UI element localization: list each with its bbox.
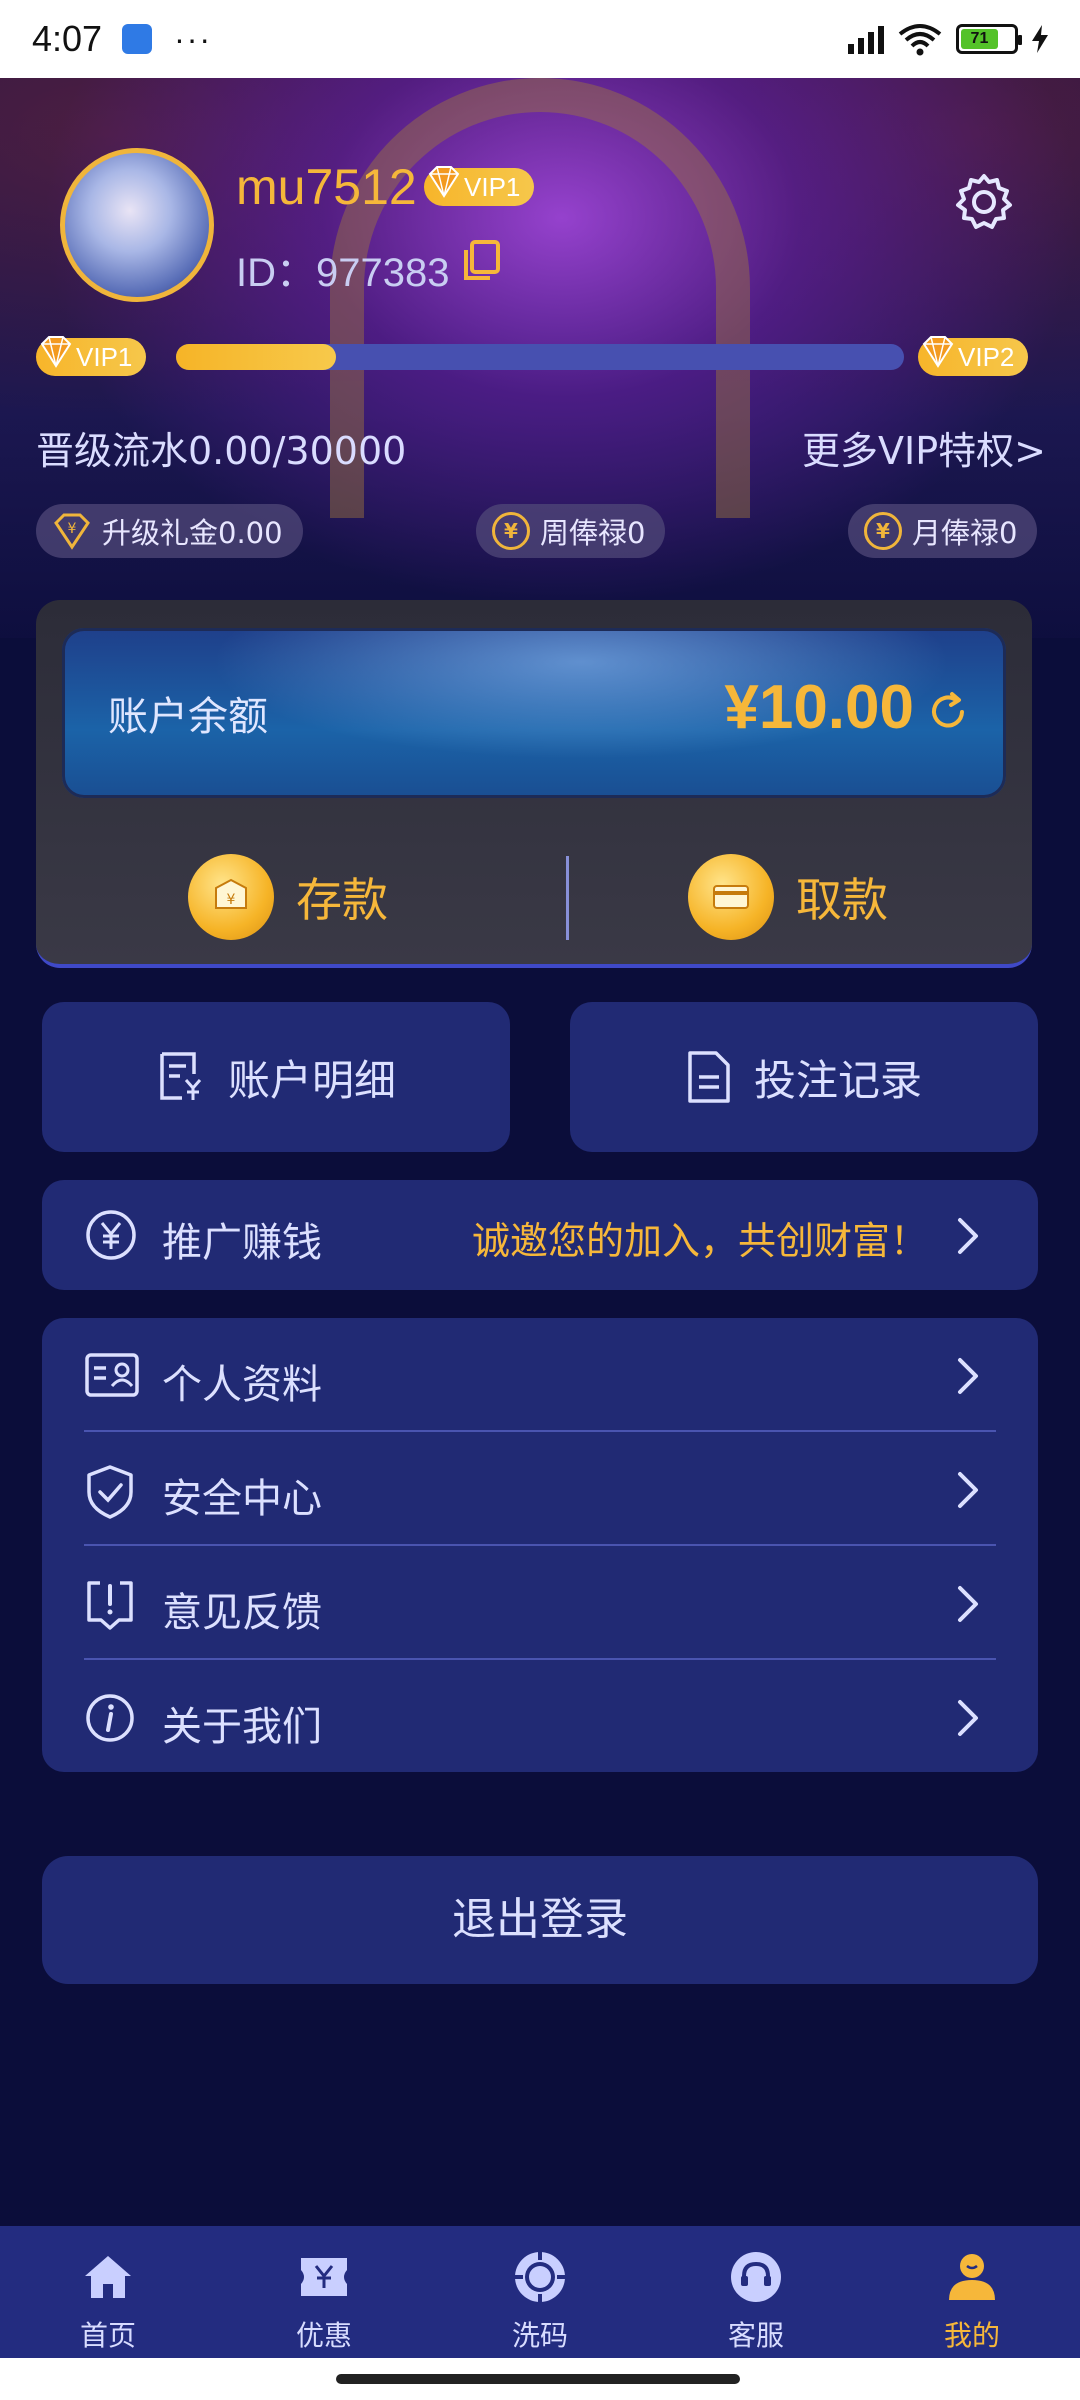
avatar[interactable] <box>60 148 214 302</box>
monthly-salary-label: 月俸禄0 <box>912 516 1018 550</box>
nav-profile-label: 我的 <box>943 2319 1000 2352</box>
gear-icon[interactable] <box>954 172 1014 232</box>
logout-button[interactable]: 退出登录 <box>42 1856 1038 1984</box>
shield-check-icon <box>87 1465 133 1519</box>
bet-records-button[interactable]: 投注记录 <box>570 1002 1038 1152</box>
copy-icon[interactable] <box>462 240 502 282</box>
nav-promotions-label: 优惠 <box>295 2319 352 2352</box>
balance-label: 账户余额 <box>108 694 268 740</box>
nav-support-label: 客服 <box>727 2319 784 2352</box>
nav-rebate-label: 洗码 <box>511 2319 568 2352</box>
headset-icon <box>731 2252 781 2302</box>
current-vip-level: VIP1 <box>36 336 147 376</box>
svg-text:¥: ¥ <box>68 521 77 537</box>
vip-progress-fill <box>176 344 337 370</box>
deposit-label: 存款 <box>296 873 388 927</box>
ticket-icon <box>301 2258 347 2296</box>
menu-item-about[interactable]: 关于我们 <box>42 1660 1038 1774</box>
withdraw-icon <box>688 854 774 940</box>
menu-item-profile[interactable]: 个人资料 <box>42 1318 1038 1432</box>
diamond-icon <box>428 166 460 198</box>
chevron-right-icon <box>958 1218 978 1254</box>
action-divider <box>566 856 569 940</box>
diamond-icon <box>922 336 954 368</box>
yuan-coin-icon: ¥ <box>492 512 530 550</box>
signal-icon <box>848 24 884 54</box>
home-indicator[interactable] <box>336 2374 740 2384</box>
bet-records-label: 投注记录 <box>753 1055 922 1105</box>
document-icon <box>688 1051 730 1103</box>
username: mu7512 <box>236 159 417 215</box>
menu-item-label: 意见反馈 <box>162 1590 322 1636</box>
menu-item-feedback[interactable]: 意见反馈 <box>42 1546 1038 1660</box>
bottom-nav: 首页 优惠 洗码 客服 我的 <box>0 2226 1080 2358</box>
id-card-icon <box>85 1353 139 1397</box>
next-vip-label: VIP2 <box>958 342 1015 372</box>
yuan-coin-icon: ¥ <box>864 512 902 550</box>
battery-level: 71 <box>961 29 998 49</box>
withdraw-label: 取款 <box>796 873 888 927</box>
status-more: ··· <box>174 20 213 57</box>
info-icon <box>86 1694 134 1742</box>
promotion-row[interactable]: 推广赚钱 诚邀您的加入，共创财富！ <box>42 1180 1038 1290</box>
chevron-right-icon <box>958 1358 978 1394</box>
balance-panel: 账户余额 ¥10.00 <box>62 628 1006 798</box>
notification-app-icon <box>122 24 153 54</box>
charging-icon <box>1032 25 1048 53</box>
promotion-slogan: 诚邀您的加入，共创财富！ <box>471 1219 928 1263</box>
account-detail-button[interactable]: 账户明细 <box>42 1002 510 1152</box>
next-vip-level: VIP2 <box>918 336 1029 376</box>
weekly-salary-label: 周俸禄0 <box>540 516 646 550</box>
nav-rebate[interactable]: 洗码 <box>432 2226 648 2358</box>
battery-icon: 71 <box>956 24 1022 54</box>
chip-icon <box>515 2252 565 2302</box>
more-vip-privileges-link[interactable]: 更多VIP特权> <box>802 420 1046 475</box>
nav-home[interactable]: 首页 <box>0 2226 216 2358</box>
wallet-card: 账户余额 ¥10.00 ¥ 存款 取款 <box>36 600 1032 968</box>
withdraw-button[interactable]: 取款 <box>688 852 888 942</box>
diamond-coin-icon: ¥ <box>54 513 90 550</box>
weekly-salary-chip: ¥ 周俸禄0 <box>476 504 666 558</box>
nav-home-label: 首页 <box>79 2319 136 2352</box>
yuan-circle-icon <box>86 1210 136 1260</box>
account-detail-label: 账户明细 <box>227 1055 396 1105</box>
account-detail-icon <box>160 1052 202 1100</box>
chevron-right-icon <box>958 1472 978 1508</box>
settings-menu: 个人资料 安全中心 意见反馈 关于我们 <box>42 1318 1038 1772</box>
status-time: 4:07 <box>32 18 103 59</box>
turnover-progress-text: 晋级流水0.00/30000 <box>36 429 407 473</box>
vip-progress-bar <box>176 344 904 370</box>
vip-badge: VIP1 <box>424 166 535 206</box>
user-id: ID：977383 <box>236 251 450 295</box>
chevron-right-icon <box>958 1586 978 1622</box>
feedback-icon <box>87 1581 133 1630</box>
nav-support[interactable]: 客服 <box>648 2226 864 2358</box>
deposit-button[interactable]: ¥ 存款 <box>188 852 388 942</box>
status-bar: 4:07 ··· 71 <box>0 0 1080 78</box>
monthly-salary-chip: ¥ 月俸禄0 <box>848 504 1038 558</box>
user-icon <box>949 2254 995 2300</box>
menu-item-label: 安全中心 <box>162 1476 322 1522</box>
balance-value: ¥10.00 <box>724 673 914 742</box>
vip-badge-label: VIP1 <box>464 172 521 202</box>
wifi-icon <box>898 24 942 56</box>
chevron-right-icon <box>958 1700 978 1736</box>
menu-item-security[interactable]: 安全中心 <box>42 1432 1038 1546</box>
upgrade-bonus-chip: ¥ 升级礼金0.00 <box>36 504 303 558</box>
refresh-icon[interactable] <box>926 690 970 734</box>
menu-item-label: 关于我们 <box>162 1704 322 1750</box>
deposit-icon: ¥ <box>188 854 274 940</box>
svg-text:¥: ¥ <box>227 892 236 908</box>
nav-promotions[interactable]: 优惠 <box>216 2226 432 2358</box>
menu-item-label: 个人资料 <box>162 1362 322 1408</box>
nav-profile[interactable]: 我的 <box>864 2226 1080 2358</box>
home-icon <box>85 2256 131 2298</box>
upgrade-bonus-label: 升级礼金0.00 <box>102 516 283 550</box>
promotion-label: 推广赚钱 <box>162 1220 322 1266</box>
current-vip-label: VIP1 <box>76 342 133 372</box>
diamond-icon <box>40 336 72 368</box>
